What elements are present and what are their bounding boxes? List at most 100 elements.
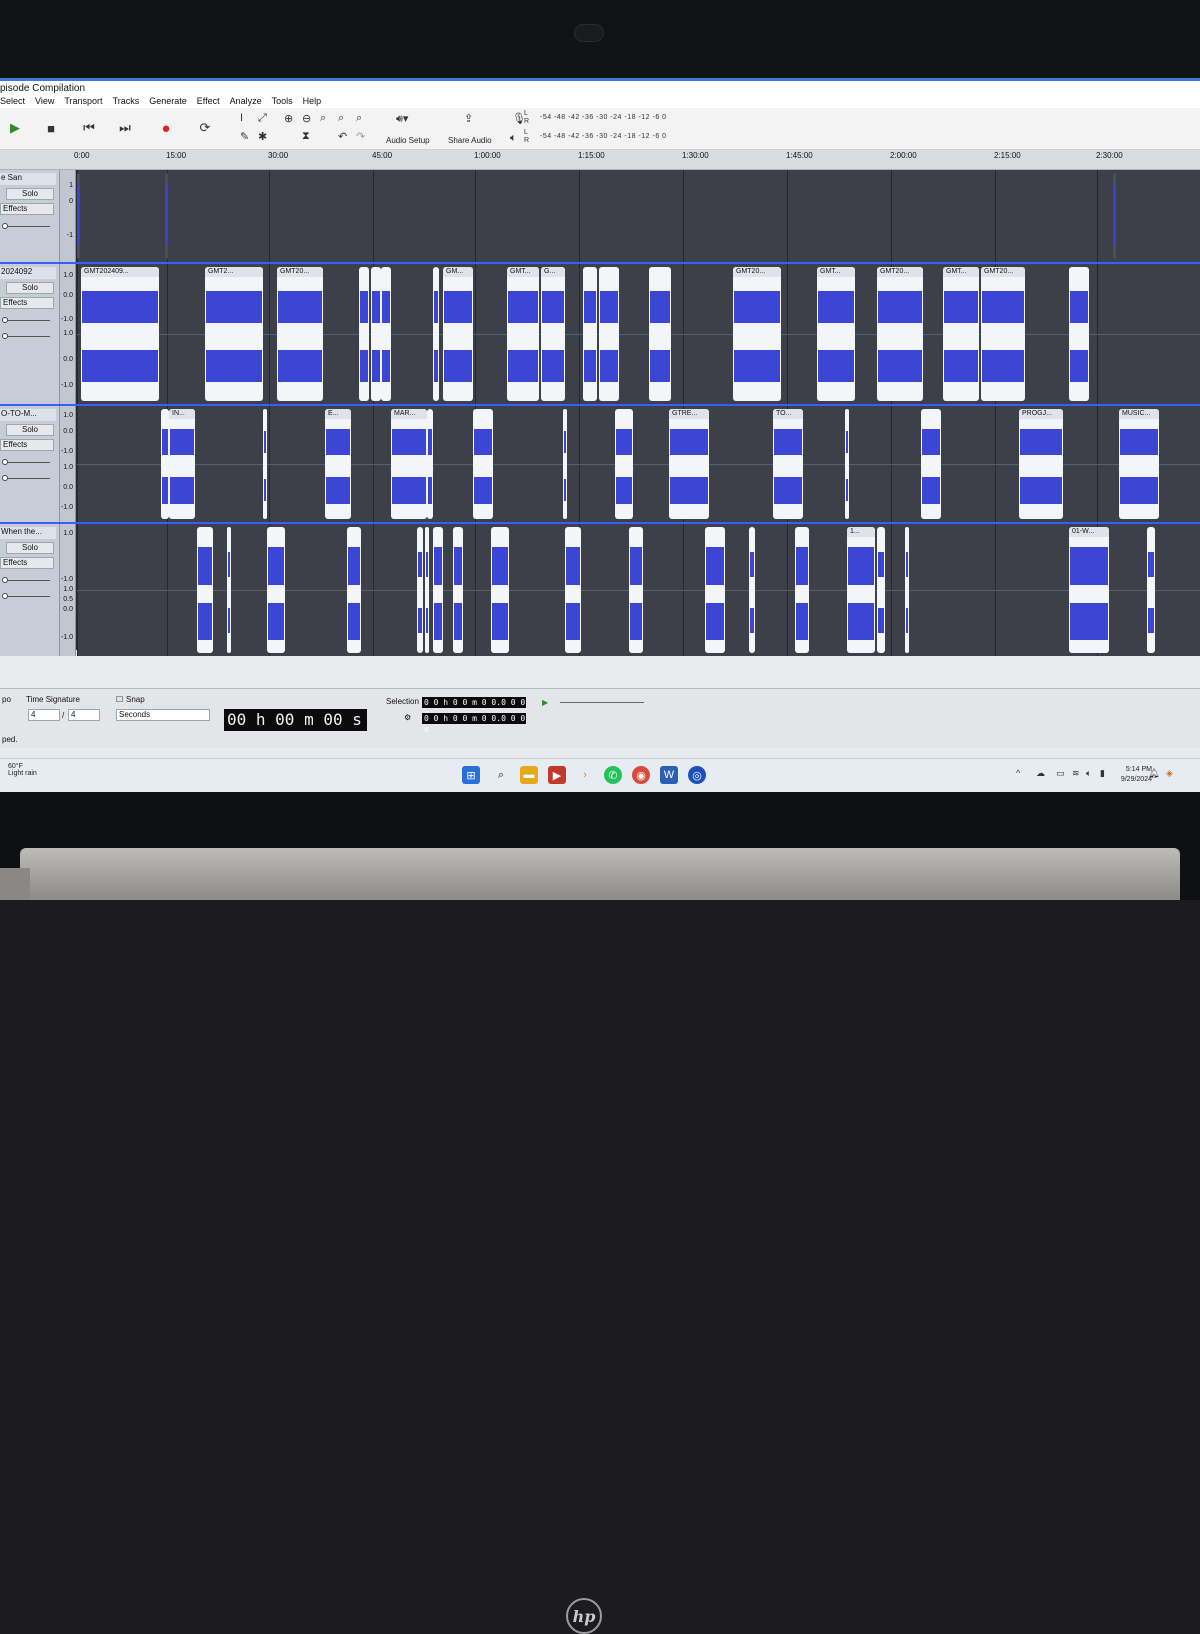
- undo-icon[interactable]: ↶: [338, 130, 347, 143]
- pan-slider[interactable]: [2, 475, 50, 481]
- audio-clip[interactable]: [491, 527, 509, 653]
- effects-button[interactable]: Effects: [0, 203, 54, 215]
- search-icon[interactable]: ⌕: [492, 766, 510, 784]
- clip-name[interactable]: MUSIC...: [1119, 409, 1159, 419]
- track-lane[interactable]: IN... E... MAR... GTRE... TO... PROGJ... MUSIC…: [77, 406, 1200, 522]
- track-name[interactable]: 2024092: [0, 267, 56, 279]
- audio-clip[interactable]: [453, 527, 463, 653]
- menu-view[interactable]: View: [35, 95, 54, 108]
- menu-tools[interactable]: Tools: [272, 95, 293, 108]
- draw-tool-icon[interactable]: ✎: [240, 130, 249, 143]
- audio-clip[interactable]: [705, 527, 725, 653]
- gain-slider[interactable]: [2, 459, 50, 465]
- time-sig-denominator[interactable]: 4: [68, 709, 100, 721]
- audio-clip[interactable]: [197, 527, 213, 653]
- clip-name[interactable]: GMT20...: [981, 267, 1025, 277]
- copilot-icon[interactable]: ◈: [1166, 768, 1173, 779]
- fit-selection-icon[interactable]: ⌕: [320, 112, 326, 125]
- audio-clip[interactable]: GM...: [443, 267, 473, 401]
- audio-clip[interactable]: [795, 527, 809, 653]
- audio-clip[interactable]: [629, 527, 643, 653]
- track-2[interactable]: 2024092 Solo Effects 1.0 0.0 -1.0 1.0 0.…: [0, 264, 1200, 404]
- clip-name[interactable]: TO...: [773, 409, 803, 419]
- skip-end-button[interactable]: ⏭: [112, 114, 138, 142]
- audio-clip[interactable]: 01-W...: [1069, 527, 1109, 653]
- trim-icon[interactable]: ⧗: [302, 130, 310, 143]
- clip-name[interactable]: GMT20...: [277, 267, 323, 277]
- word-icon[interactable]: W: [660, 766, 678, 784]
- selection-settings-icon[interactable]: ⚙: [404, 713, 411, 722]
- audio-clip[interactable]: GMT20...: [981, 267, 1025, 401]
- track-name[interactable]: When the...: [0, 527, 56, 539]
- audio-clip[interactable]: [427, 409, 433, 519]
- chrome-icon[interactable]: ◉: [632, 766, 650, 784]
- clip-name[interactable]: GMT202409...: [81, 267, 159, 277]
- play-button[interactable]: ▶: [2, 114, 28, 142]
- audio-clip[interactable]: [381, 267, 391, 401]
- audio-clip[interactable]: [417, 527, 423, 653]
- solo-button[interactable]: Solo: [6, 282, 54, 294]
- selection-start[interactable]: 0 0 h 0 0 m 0 0.0 0 0 s: [422, 697, 526, 718]
- audio-clip[interactable]: [433, 527, 443, 653]
- audio-clip[interactable]: [267, 527, 285, 653]
- audio-clip[interactable]: [649, 267, 671, 401]
- audio-clip[interactable]: [359, 267, 369, 401]
- track-name[interactable]: O-TO-M...: [0, 409, 56, 421]
- audio-clip[interactable]: [371, 267, 381, 401]
- redo-icon[interactable]: ↷: [356, 130, 365, 143]
- skip-start-button[interactable]: ⏮: [76, 114, 102, 142]
- audio-clip[interactable]: [347, 527, 361, 653]
- zoom-toggle-icon[interactable]: ⌕: [356, 112, 362, 125]
- audio-clip[interactable]: [165, 173, 168, 259]
- audio-clip[interactable]: [877, 527, 885, 653]
- clip-name[interactable]: PROGJ...: [1019, 409, 1063, 419]
- clip-name[interactable]: IN...: [169, 409, 195, 419]
- record-meter-scale[interactable]: -54 -48 -42 -36 -30 -24 -18 -12 -6 0: [540, 114, 667, 121]
- audio-clip[interactable]: [921, 409, 941, 519]
- wifi-icon[interactable]: ≋: [1072, 768, 1080, 779]
- audio-clip[interactable]: [263, 409, 267, 519]
- audio-clip[interactable]: [749, 527, 755, 653]
- plex-icon[interactable]: ›: [576, 766, 594, 784]
- gain-slider[interactable]: [2, 317, 50, 323]
- solo-button[interactable]: Solo: [6, 424, 54, 436]
- stop-button[interactable]: ■: [38, 114, 64, 142]
- track-lane[interactable]: 1... 01-W...: [77, 524, 1200, 656]
- clip-name[interactable]: GM...: [443, 267, 473, 277]
- share-icon[interactable]: ⇪: [464, 112, 473, 125]
- clip-name[interactable]: GMT20...: [733, 267, 781, 277]
- audio-clip[interactable]: [583, 267, 597, 401]
- loop-button[interactable]: ⟳: [192, 114, 218, 142]
- audio-clip[interactable]: GMT202409...: [81, 267, 159, 401]
- audio-clip[interactable]: [845, 409, 849, 519]
- record-button[interactable]: ●: [153, 114, 179, 142]
- audio-clip[interactable]: GMT...: [507, 267, 539, 401]
- audio-clip[interactable]: MAR...: [391, 409, 427, 519]
- clip-name[interactable]: GTRE...: [669, 409, 709, 419]
- snap-checkbox[interactable]: ☐: [116, 695, 123, 704]
- audio-clip[interactable]: GMT20...: [877, 267, 923, 401]
- file-explorer-icon[interactable]: ▬: [520, 766, 538, 784]
- audio-clip[interactable]: GTRE...: [669, 409, 709, 519]
- time-display[interactable]: 00 h 00 m 00 s: [224, 709, 367, 731]
- audio-clip[interactable]: [1147, 527, 1155, 653]
- clip-name[interactable]: GMT...: [943, 267, 979, 277]
- audio-clip[interactable]: [615, 409, 633, 519]
- audio-clip[interactable]: PROGJ...: [1019, 409, 1063, 519]
- fit-project-icon[interactable]: ⌕: [338, 112, 344, 125]
- battery-icon[interactable]: ▮: [1100, 768, 1105, 779]
- notification-bell-icon[interactable]: 🔔︎: [1148, 768, 1159, 779]
- audio-clip[interactable]: GMT2...: [205, 267, 263, 401]
- track-name[interactable]: e San: [0, 173, 56, 185]
- audio-clip[interactable]: [565, 527, 581, 653]
- audio-clip[interactable]: [1069, 267, 1089, 401]
- audio-clip[interactable]: [227, 527, 231, 653]
- clip-name[interactable]: MAR...: [391, 409, 427, 419]
- audio-clip[interactable]: E...: [325, 409, 351, 519]
- pan-slider[interactable]: [2, 593, 50, 599]
- clip-name[interactable]: 1...: [847, 527, 875, 537]
- envelope-tool-icon[interactable]: ⤢: [258, 112, 267, 125]
- track-4[interactable]: When the... Solo Effects 1.0 -1.0 1.0 0.…: [0, 524, 1200, 656]
- solo-button[interactable]: Solo: [6, 188, 54, 200]
- speaker-icon[interactable]: 🔊︎▾: [396, 112, 408, 126]
